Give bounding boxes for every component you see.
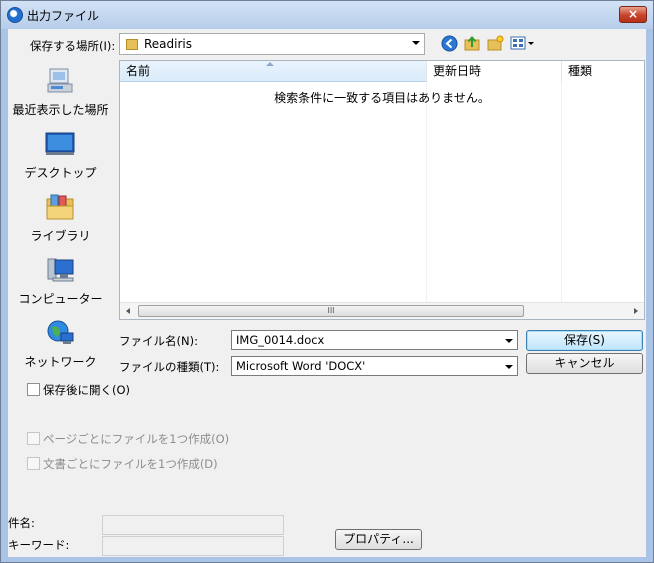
one-file-per-page-label: ページごとにファイルを1つ作成(O) bbox=[43, 432, 230, 446]
filetype-select[interactable]: Microsoft Word 'DOCX' bbox=[231, 356, 518, 376]
column-header-type[interactable]: 種類 bbox=[562, 61, 644, 82]
scrollbar-thumb[interactable]: III bbox=[138, 305, 524, 317]
column-header-modified[interactable]: 更新日時 bbox=[427, 61, 562, 82]
title-bar[interactable]: 出力ファイル × bbox=[1, 1, 653, 29]
readiris-app-icon bbox=[7, 7, 23, 23]
filetype-value: Microsoft Word 'DOCX' bbox=[236, 359, 366, 373]
back-icon[interactable] bbox=[441, 35, 458, 52]
save-location-value: Readiris bbox=[144, 37, 193, 51]
save-button[interactable]: 保存(S) bbox=[526, 330, 643, 351]
horizontal-scrollbar[interactable]: III bbox=[120, 302, 644, 319]
open-after-save-label[interactable]: 保存後に開く(O) bbox=[43, 382, 130, 398]
save-location-combo[interactable]: Readiris bbox=[119, 33, 425, 55]
empty-list-message: 検索条件に一致する項目はありません。 bbox=[274, 91, 490, 105]
cancel-button[interactable]: キャンセル bbox=[526, 353, 643, 374]
file-list-view[interactable]: 名前 更新日時 種類 検索条件に一致する項目はありません。 III bbox=[119, 60, 645, 320]
window-title: 出力ファイル bbox=[27, 9, 100, 23]
dialog-window: 出力ファイル × 保存する場所(I): Readiris 最近表示した場所 デス… bbox=[0, 0, 654, 563]
column-header-name[interactable]: 名前 bbox=[120, 61, 427, 82]
filetype-label: ファイルの種類(T): bbox=[119, 360, 220, 374]
one-file-per-document-checkbox[interactable] bbox=[27, 457, 40, 470]
place-computer[interactable]: コンピューター bbox=[8, 246, 113, 308]
chevron-down-icon[interactable] bbox=[505, 339, 513, 343]
filename-label: ファイル名(N): bbox=[119, 334, 198, 348]
dialog-client-area: 保存する場所(I): Readiris 最近表示した場所 デスクトップ ライブラ… bbox=[8, 29, 646, 557]
scroll-left-icon[interactable] bbox=[126, 308, 130, 314]
view-menu-icon[interactable] bbox=[510, 35, 536, 52]
open-after-save-checkbox[interactable] bbox=[27, 383, 40, 396]
column-divider bbox=[561, 82, 562, 302]
keywords-field bbox=[102, 536, 284, 556]
folder-icon bbox=[126, 39, 138, 50]
filename-input[interactable]: IMG_0014.docx bbox=[231, 330, 518, 350]
filename-value: IMG_0014.docx bbox=[236, 333, 325, 347]
scroll-right-icon[interactable] bbox=[634, 308, 638, 314]
column-modified-label: 更新日時 bbox=[433, 64, 482, 78]
new-folder-icon[interactable] bbox=[487, 35, 504, 52]
chevron-down-icon bbox=[505, 365, 513, 369]
up-folder-icon[interactable] bbox=[464, 35, 481, 52]
network-icon bbox=[47, 320, 74, 344]
place-label: コンピューター bbox=[18, 292, 103, 306]
place-network[interactable]: ネットワーク bbox=[8, 309, 113, 371]
desktop-icon bbox=[45, 132, 75, 155]
close-button[interactable]: × bbox=[619, 6, 647, 23]
one-file-per-document-label: 文書ごとにファイルを1つ作成(D) bbox=[43, 457, 218, 471]
chevron-down-icon bbox=[412, 41, 420, 45]
place-desktop[interactable]: デスクトップ bbox=[8, 120, 113, 182]
libraries-icon bbox=[46, 194, 74, 220]
place-label: 最近表示した場所 bbox=[12, 103, 109, 117]
column-divider bbox=[426, 82, 427, 302]
subject-field bbox=[102, 515, 284, 535]
recent-places-icon bbox=[47, 68, 73, 93]
place-label: ネットワーク bbox=[24, 355, 97, 369]
place-label: ライブラリ bbox=[30, 229, 91, 243]
one-file-per-page-checkbox[interactable] bbox=[27, 432, 40, 445]
properties-button[interactable]: プロパティ... bbox=[335, 529, 422, 550]
computer-icon bbox=[47, 258, 74, 282]
place-recent[interactable]: 最近表示した場所 bbox=[8, 57, 113, 119]
column-type-label: 種類 bbox=[568, 64, 593, 78]
column-name-label: 名前 bbox=[126, 64, 151, 78]
sort-ascending-icon bbox=[266, 62, 274, 66]
place-libraries[interactable]: ライブラリ bbox=[8, 183, 113, 245]
save-location-label: 保存する場所(I): bbox=[30, 39, 116, 53]
place-label: デスクトップ bbox=[24, 166, 97, 180]
keywords-label: キーワード: bbox=[8, 538, 70, 552]
subject-label: 件名: bbox=[8, 516, 35, 530]
